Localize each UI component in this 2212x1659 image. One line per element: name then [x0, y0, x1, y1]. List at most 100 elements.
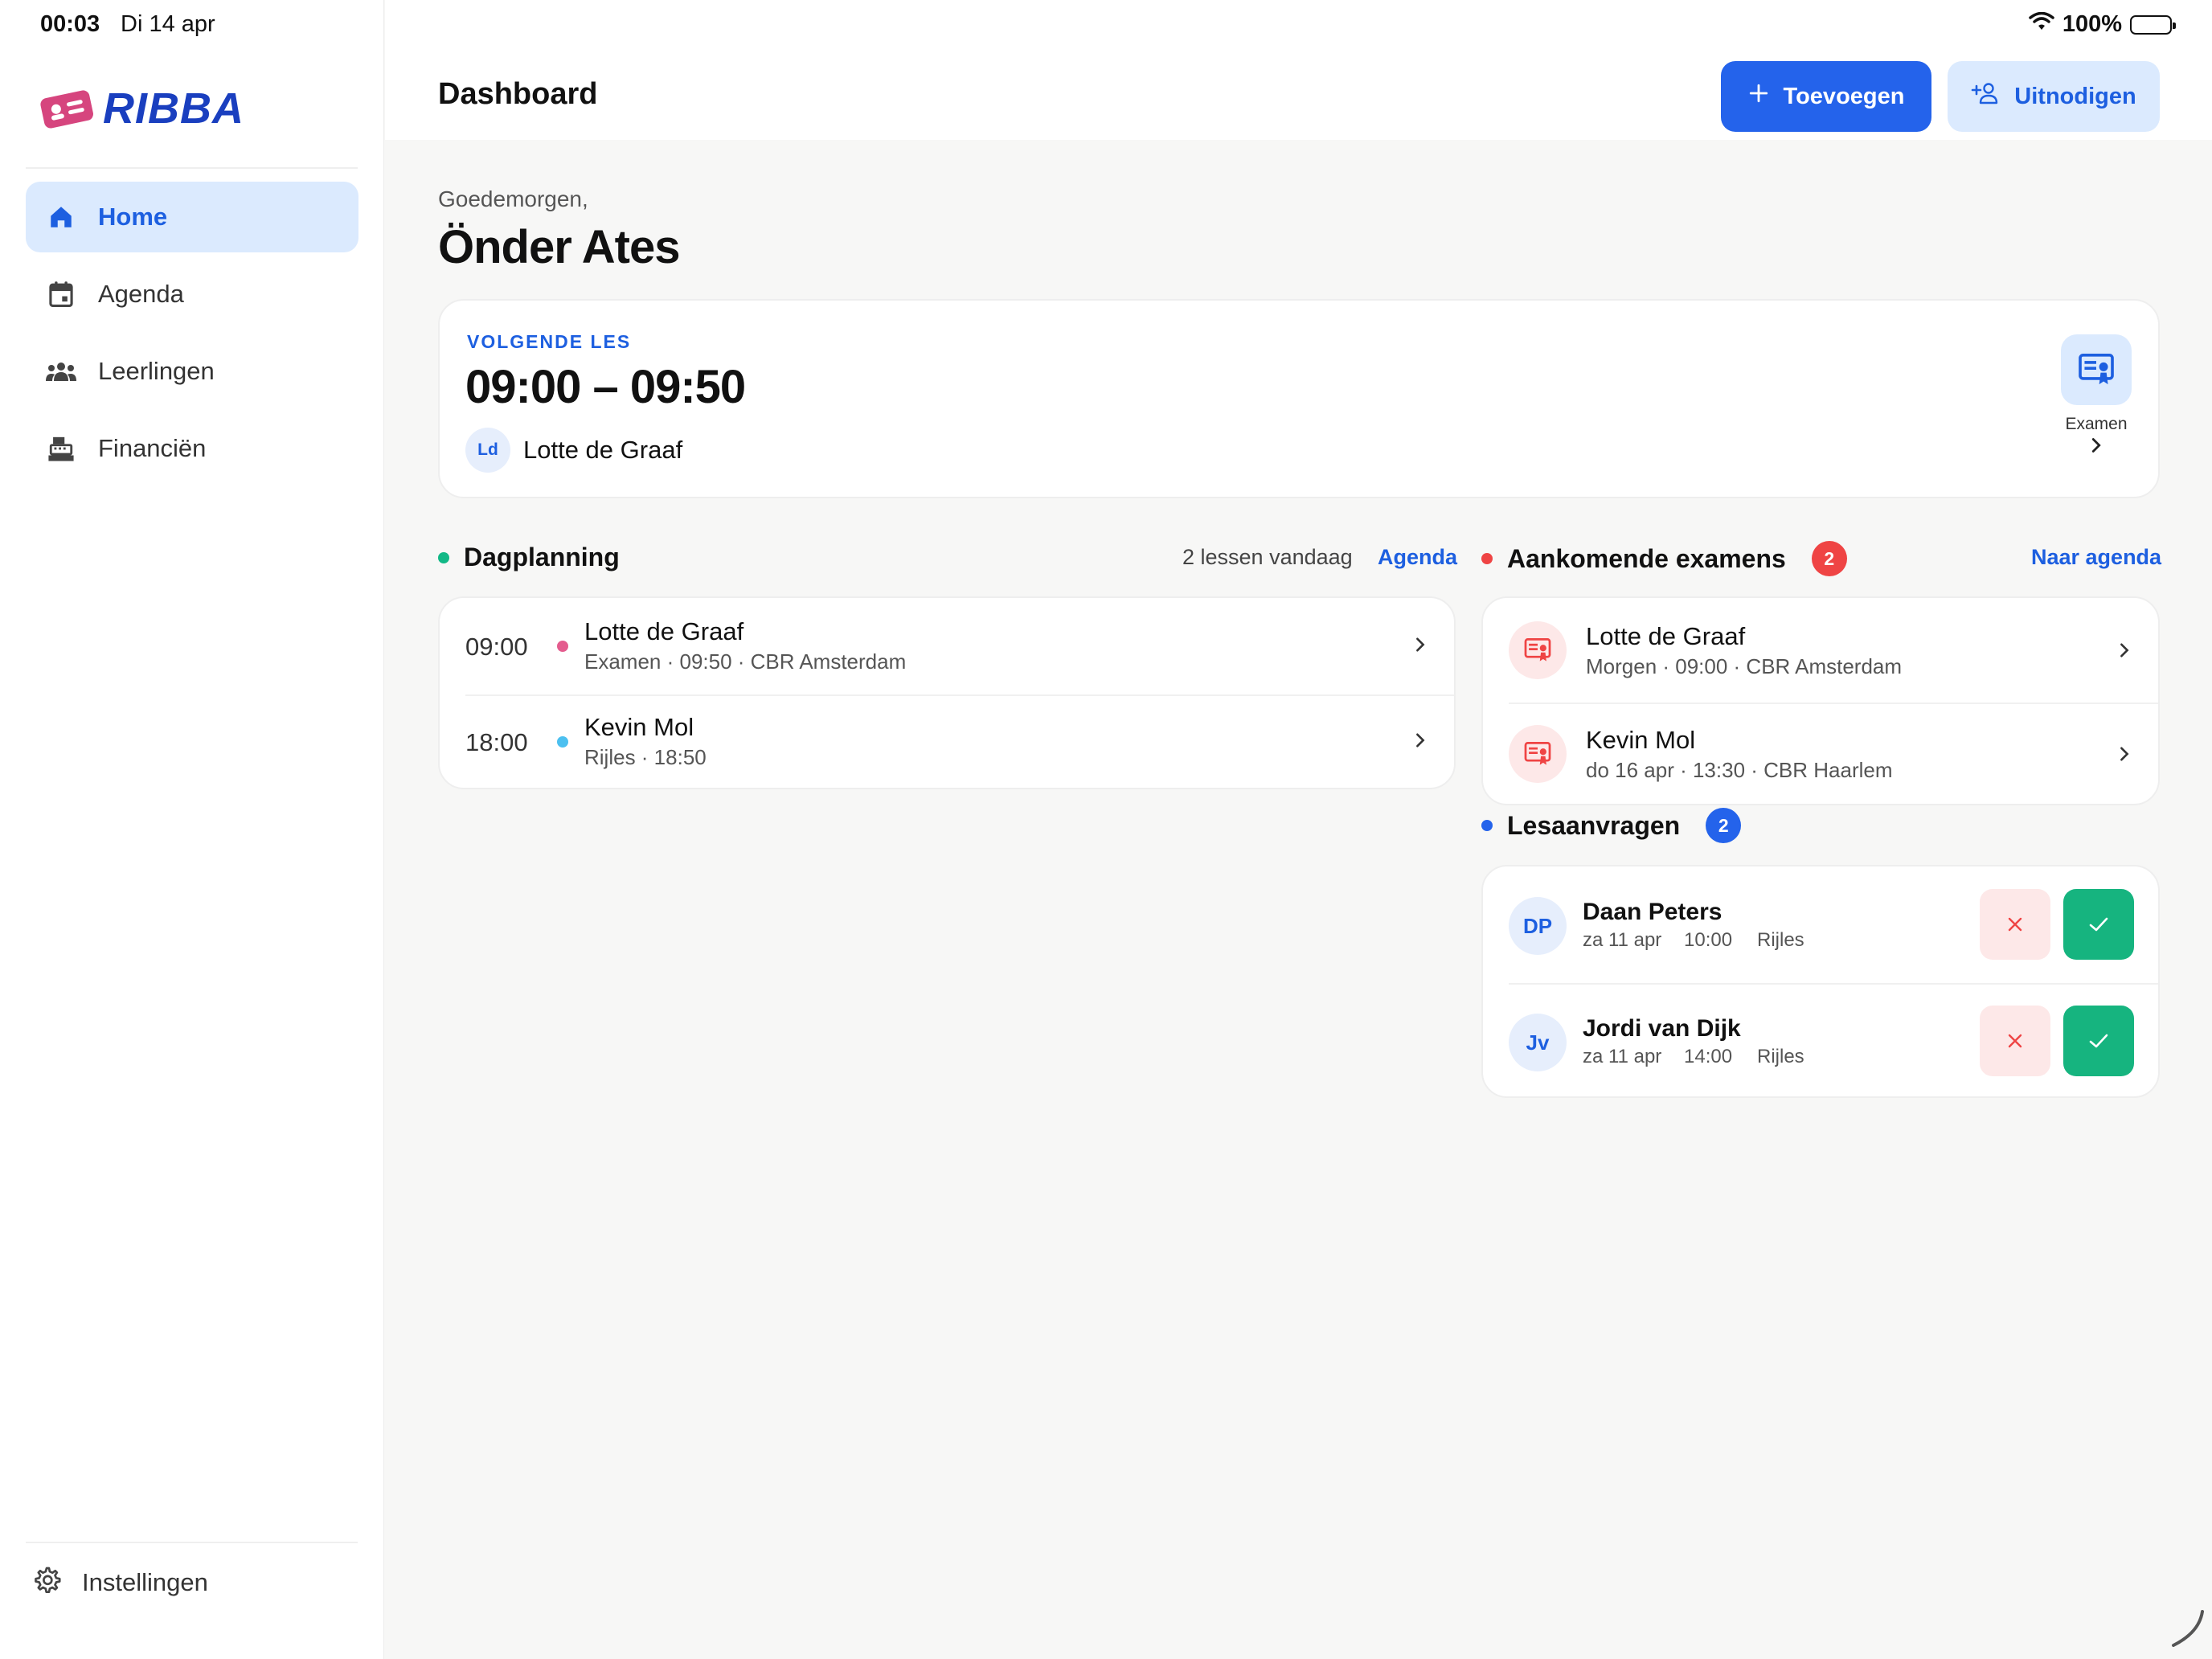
- chevron-right-icon: [2120, 746, 2129, 766]
- sidebar-item-label: Home: [98, 203, 168, 231]
- add-button[interactable]: Toevoegen: [1721, 61, 1931, 132]
- day-planning-title: Dagplanning: [464, 543, 620, 571]
- sidebar-item-label: Financiën: [98, 434, 207, 462]
- request-student: Jordi van Dijk: [1583, 1015, 1741, 1042]
- exam-detail: Morgen · 09:00 · CBR Amsterdam: [1586, 654, 1903, 678]
- brand-logo: RIBBA: [39, 84, 244, 133]
- request-date: za 11 apr: [1583, 1046, 1662, 1067]
- agenda-link[interactable]: Agenda: [1378, 545, 1457, 570]
- exam-icon: [2061, 334, 2132, 405]
- exam-shortcut[interactable]: Examen: [2060, 334, 2132, 453]
- count-badge: 2: [1706, 808, 1742, 843]
- decline-button[interactable]: [1980, 889, 2050, 960]
- list-item[interactable]: 18:00 Kevin Mol Rijles · 18:50: [440, 694, 1454, 789]
- lesson-requests-card: DP Daan Peters za 11 apr 10:00 Rijles Jv…: [1481, 865, 2160, 1098]
- list-item: DP Daan Peters za 11 apr 10:00 Rijles: [1483, 866, 2158, 983]
- battery-percent: 100%: [2062, 11, 2122, 37]
- exam-student: Lotte de Graaf: [1586, 622, 1746, 650]
- sidebar-item-agenda[interactable]: Agenda: [26, 259, 358, 330]
- invite-button[interactable]: Uitnodigen: [1948, 61, 2160, 132]
- chevron-right-icon: [1415, 637, 1425, 657]
- cash-register-icon: [45, 432, 77, 465]
- sidebar-nav: Home Agenda Leerlingen Financiën: [26, 182, 358, 490]
- chevron-right-icon: [2120, 642, 2129, 662]
- upcoming-exams-header: Aankomende examens 2: [1481, 541, 1847, 576]
- avatar: Jv: [1509, 1014, 1567, 1071]
- next-lesson-card[interactable]: VOLGENDE LES 09:00 – 09:50 Ld Lotte de G…: [438, 299, 2160, 498]
- next-lesson-time: 09:00 – 09:50: [465, 361, 746, 413]
- status-right: 100%: [2029, 11, 2176, 38]
- avatar: DP: [1509, 897, 1567, 955]
- page-title: Dashboard: [438, 77, 598, 111]
- user-name: Önder Ates: [438, 221, 680, 273]
- settings-label: Instellingen: [82, 1567, 208, 1596]
- plus-icon: [1748, 83, 1769, 110]
- brand-name: RIBBA: [103, 84, 244, 133]
- status-bar: 00:03 Di 14 apr 100%: [0, 0, 2212, 51]
- accept-button[interactable]: [2063, 889, 2134, 960]
- to-agenda-link[interactable]: Naar agenda: [2031, 545, 2161, 570]
- calendar-icon: [45, 278, 77, 310]
- upcoming-exams-card: Lotte de Graaf Morgen · 09:00 · CBR Amst…: [1481, 596, 2160, 805]
- sidebar-divider: [26, 1542, 358, 1543]
- chevron-right-icon: [1415, 732, 1425, 752]
- sidebar-item-home[interactable]: Home: [26, 182, 358, 252]
- home-icon: [45, 201, 77, 233]
- lesson-detail: Rijles · 18:50: [584, 745, 707, 769]
- request-time: 10:00: [1684, 929, 1733, 951]
- lesson-detail: Examen · 09:50 · CBR Amsterdam: [584, 649, 907, 674]
- exam-icon: [1509, 621, 1567, 679]
- sidebar-item-leerlingen[interactable]: Leerlingen: [26, 336, 358, 407]
- sidebar-item-label: Leerlingen: [98, 357, 215, 385]
- sidebar-item-label: Agenda: [98, 280, 184, 308]
- sidebar-divider: [26, 167, 358, 169]
- home-indicator: [2167, 1608, 2207, 1653]
- lesson-type-dot: [557, 641, 568, 652]
- day-planning-header: Dagplanning: [438, 543, 620, 572]
- request-student: Daan Peters: [1583, 899, 1722, 925]
- decline-button[interactable]: [1980, 1006, 2050, 1076]
- exam-icon: [1509, 725, 1567, 783]
- status-date: Di 14 apr: [121, 11, 215, 37]
- exam-student: Kevin Mol: [1586, 726, 1696, 754]
- request-type: Rijles: [1757, 1046, 1804, 1067]
- person-add-icon: [1971, 81, 2000, 112]
- upcoming-exams-title: Aankomende examens: [1507, 543, 1786, 573]
- avatar: Ld: [465, 428, 510, 473]
- count-badge: 2: [1811, 541, 1847, 576]
- list-item[interactable]: Lotte de Graaf Morgen · 09:00 · CBR Amst…: [1483, 598, 2158, 703]
- sidebar: RIBBA Home Agenda Leerlingen Financiën I…: [0, 0, 384, 1659]
- lesson-requests-header: Lesaanvragen 2: [1481, 808, 1742, 843]
- lesson-time: 09:00: [465, 633, 528, 661]
- next-lesson-student: Lotte de Graaf: [523, 436, 683, 464]
- ticket-logo-icon: [39, 88, 95, 129]
- status-dot: [1481, 820, 1493, 831]
- people-icon: [45, 355, 77, 387]
- list-item: Jv Jordi van Dijk za 11 apr 14:00 Rijles: [1483, 983, 2158, 1098]
- lesson-requests-title: Lesaanvragen: [1507, 810, 1681, 840]
- lesson-type-dot: [557, 736, 568, 748]
- status-dot: [438, 551, 449, 563]
- next-lesson-label: VOLGENDE LES: [467, 331, 632, 352]
- lessons-today-count: 2 lessen vandaag: [1182, 545, 1353, 569]
- lesson-time: 18:00: [465, 728, 528, 756]
- day-planning-card: 09:00 Lotte de Graaf Examen · 09:50 · CB…: [438, 596, 1456, 789]
- battery-icon: [2130, 14, 2176, 35]
- settings-button[interactable]: Instellingen: [32, 1566, 208, 1599]
- exam-detail: do 16 apr · 13:30 · CBR Haarlem: [1586, 758, 1893, 782]
- request-type: Rijles: [1757, 929, 1804, 951]
- accept-button[interactable]: [2063, 1006, 2134, 1076]
- add-button-label: Toevoegen: [1783, 83, 1905, 109]
- chevron-right-icon: [2060, 437, 2132, 453]
- gear-icon: [32, 1566, 61, 1599]
- sidebar-item-financien[interactable]: Financiën: [26, 413, 358, 484]
- list-item[interactable]: 09:00 Lotte de Graaf Examen · 09:50 · CB…: [440, 598, 1454, 694]
- lesson-student: Kevin Mol: [584, 713, 694, 741]
- request-time: 14:00: [1684, 1046, 1733, 1067]
- request-date: za 11 apr: [1583, 929, 1662, 951]
- greeting-text: Goedemorgen,: [438, 186, 588, 211]
- exam-shortcut-label: Examen: [2065, 415, 2128, 433]
- invite-button-label: Uitnodigen: [2014, 83, 2136, 109]
- list-item[interactable]: Kevin Mol do 16 apr · 13:30 · CBR Haarle…: [1483, 703, 2158, 805]
- lesson-student: Lotte de Graaf: [584, 617, 744, 645]
